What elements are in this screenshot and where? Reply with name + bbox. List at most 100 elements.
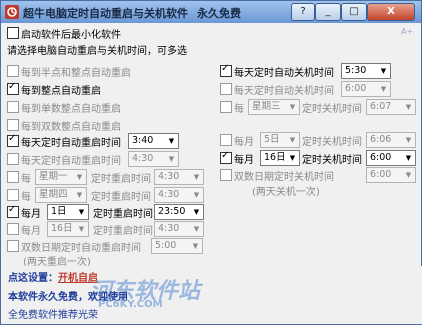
double-shutdown-note: (两天关机一次) xyxy=(252,187,320,198)
week-restart2-checkbox[interactable] xyxy=(7,189,19,201)
chevron-down-icon: ▼ xyxy=(168,155,175,163)
month-restart1-prefix: 每月 xyxy=(21,209,41,220)
week-shutdown-prefix: 每 xyxy=(234,104,244,115)
daily-shutdown2-checkbox[interactable] xyxy=(220,83,232,95)
month-restart1-time-value: 23:50 xyxy=(158,206,186,217)
daily-shutdown-time-select[interactable]: 5:30 ▼ xyxy=(341,63,391,79)
week-restart1-checkbox[interactable] xyxy=(7,171,19,183)
daily-restart2-time-value: 4:30 xyxy=(132,153,154,164)
week-restart1-time-select[interactable]: 4:30 ▼ xyxy=(154,169,204,185)
daily-shutdown-checkbox[interactable] xyxy=(220,63,232,77)
footer-line2: 全免费软件推荐光荣 xyxy=(8,310,98,321)
month-shutdown1-prefix: 每月 xyxy=(234,137,254,148)
daily-shutdown-time-value: 5:30 xyxy=(345,65,367,76)
month-restart1-day-select[interactable]: 1日 ▼ xyxy=(47,204,89,220)
month-shutdown2-time-select[interactable]: 6:00 ▼ xyxy=(366,150,416,166)
week-restart1-time-value: 4:30 xyxy=(158,171,180,182)
month-shutdown1-time-select[interactable]: 6:06 ▼ xyxy=(366,132,416,148)
instruction-row: 请选择电脑自动重启与关机时间，可多选 xyxy=(7,41,347,57)
daily-restart2-time-select[interactable]: 4:30 ▼ xyxy=(128,151,179,167)
maximize-button[interactable]: □ xyxy=(341,3,367,21)
app-icon xyxy=(5,5,19,19)
month-shutdown2-checkbox[interactable] xyxy=(220,150,232,164)
week-shutdown-day-select[interactable]: 星期三 ▼ xyxy=(248,99,300,115)
chevron-down-icon: ▼ xyxy=(380,67,387,75)
minimize-option[interactable]: 启动软件后最小化软件 xyxy=(7,25,307,41)
month-shutdown2-time-value: 6:00 xyxy=(370,152,392,163)
week-shutdown-time-value: 6:07 xyxy=(370,101,392,112)
help-button[interactable]: ? xyxy=(291,3,315,21)
chevron-down-icon: ▼ xyxy=(380,85,387,93)
odd-hour-label: 每到单数整点自动重启 xyxy=(21,104,121,115)
half-hour-checkbox[interactable] xyxy=(7,65,19,77)
daily-shutdown2-label: 每天定时自动关机时间 xyxy=(234,86,334,97)
week-restart2-time-select[interactable]: 4:30 ▼ xyxy=(154,187,204,203)
chevron-down-icon: ▼ xyxy=(289,136,296,144)
month-shutdown2-label: 定时关机时间 xyxy=(302,155,362,166)
minimize-label: 启动软件后最小化软件 xyxy=(21,30,121,41)
daily-shutdown2-time-select[interactable]: 6:00 ▼ xyxy=(341,81,391,97)
month-shutdown1-day-select[interactable]: 5日 ▼ xyxy=(260,132,300,148)
month-restart2-time-value: 4:30 xyxy=(158,223,180,234)
daily-restart-checkbox[interactable] xyxy=(7,133,19,147)
window-subtitle: 永久免费 xyxy=(197,7,241,20)
chevron-down-icon: ▼ xyxy=(193,191,200,199)
half-hour-label: 每到半点和整点自动重启 xyxy=(21,68,131,79)
week-restart2-prefix: 每 xyxy=(21,192,31,203)
close-button[interactable]: X xyxy=(367,3,415,21)
footer: 点这设置：开机自启 河东软件站 本软件永久免费，欢迎使用 PC6KY.COM 全… xyxy=(2,266,422,324)
hourly-option[interactable]: 每到整点自动重启 xyxy=(7,81,207,97)
month-restart1-checkbox[interactable] xyxy=(7,204,19,218)
daily-restart-time-select[interactable]: 3:40 ▼ xyxy=(128,133,179,149)
month-restart1-day-value: 1日 xyxy=(51,206,67,217)
month-restart2-checkbox[interactable] xyxy=(7,223,19,235)
week-restart1-label: 定时重启时间 xyxy=(91,174,151,185)
odd-hour-option[interactable]: 每到单数整点自动重启 xyxy=(7,99,207,115)
minimize-checkbox[interactable] xyxy=(7,27,19,39)
month-shutdown1-day-value: 5日 xyxy=(264,134,280,145)
month-restart2-time-select[interactable]: 4:30 ▼ xyxy=(154,221,204,237)
ab-hint: A+ xyxy=(401,27,414,36)
month-shutdown1-row: 每月 xyxy=(220,132,260,148)
half-hour-option[interactable]: 每到半点和整点自动重启 xyxy=(7,63,207,79)
double-restart-row: 双数日期定时自动重启时间 xyxy=(7,238,157,254)
week-shutdown-time-select[interactable]: 6:07 ▼ xyxy=(366,99,416,115)
odd-hour-checkbox[interactable] xyxy=(7,101,19,113)
even-hour-checkbox[interactable] xyxy=(7,119,19,131)
week-shutdown-checkbox[interactable] xyxy=(220,101,232,113)
chevron-down-icon: ▼ xyxy=(76,191,83,199)
week-shutdown-row: 每 xyxy=(220,99,250,115)
week-restart2-day-value: 星期四 xyxy=(39,189,68,200)
hourly-checkbox[interactable] xyxy=(7,81,19,95)
week-restart1-day-value: 星期一 xyxy=(39,171,68,182)
month-shutdown1-checkbox[interactable] xyxy=(220,134,232,146)
double-shutdown-time-select[interactable]: 6:00 ▼ xyxy=(366,167,416,183)
double-restart-checkbox[interactable] xyxy=(7,240,19,252)
month-shutdown2-day-select[interactable]: 16日 ▼ xyxy=(260,150,300,166)
double-restart-time-select[interactable]: 5:00 ▼ xyxy=(151,238,203,254)
month-restart2-prefix: 每月 xyxy=(21,226,41,237)
month-restart2-day-value: 16日 xyxy=(51,223,73,234)
even-hour-option[interactable]: 每到双数整点自动重启 xyxy=(7,117,207,133)
week-restart1-day-select[interactable]: 星期一 ▼ xyxy=(35,169,87,185)
daily-restart2-checkbox[interactable] xyxy=(7,153,19,165)
double-shutdown-time-value: 6:00 xyxy=(370,169,392,180)
chevron-down-icon: ▼ xyxy=(289,154,296,162)
chevron-down-icon: ▼ xyxy=(405,154,412,162)
app-window: 超牛电脑定时自动重启与关机软件 永久免费 ? _ □ X 启动软件后最小化软件 … xyxy=(0,0,422,325)
daily-shutdown2-row: 每天定时自动关机时间 xyxy=(220,81,340,97)
even-hour-label: 每到双数整点自动重启 xyxy=(21,122,121,133)
week-restart2-day-select[interactable]: 星期四 ▼ xyxy=(35,187,87,203)
chevron-down-icon: ▼ xyxy=(76,173,83,181)
month-restart2-day-select[interactable]: 16日 ▼ xyxy=(47,221,89,237)
daily-shutdown2-time-value: 6:00 xyxy=(345,83,367,94)
chevron-down-icon: ▼ xyxy=(192,242,199,250)
double-shutdown-checkbox[interactable] xyxy=(220,169,232,181)
chevron-down-icon: ▼ xyxy=(168,137,175,145)
week-restart1-prefix: 每 xyxy=(21,174,31,185)
week-shutdown-day-value: 星期三 xyxy=(252,101,281,112)
week-shutdown-label: 定时关机时间 xyxy=(302,104,362,115)
chevron-down-icon: ▼ xyxy=(193,225,200,233)
month-restart1-time-select[interactable]: 23:50 ▼ xyxy=(154,204,204,220)
minimize-button[interactable]: _ xyxy=(315,3,341,21)
